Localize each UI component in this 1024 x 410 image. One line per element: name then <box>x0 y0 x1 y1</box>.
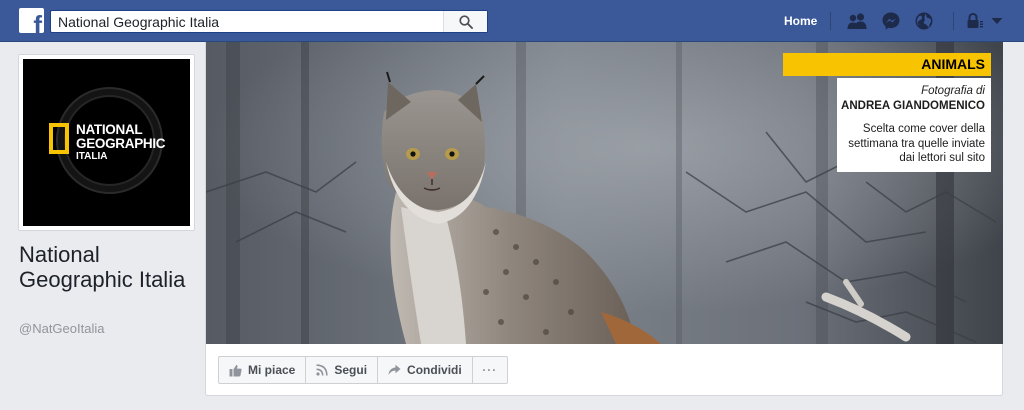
natgeo-yellow-frame-icon <box>49 123 69 154</box>
photo-author: ANDREA GIANDOMENICO <box>841 99 985 112</box>
logo-line-3: ITALIA <box>76 151 108 162</box>
globe-icon <box>915 12 933 30</box>
share-button[interactable]: Condividi <box>377 356 473 384</box>
logo-line-1: NATIONAL <box>76 122 143 137</box>
nav-home-link[interactable]: Home <box>776 13 825 29</box>
share-label: Condividi <box>407 363 462 377</box>
friend-requests-button[interactable] <box>846 11 868 31</box>
follow-button[interactable]: Segui <box>305 356 379 384</box>
more-options-button[interactable]: ··· <box>471 356 508 384</box>
friends-icon <box>847 13 867 29</box>
natgeo-logo-text: NATIONAL GEOGRAPHIC ITALIA <box>76 122 166 163</box>
search-input[interactable] <box>51 11 443 32</box>
privacy-shortcuts-button[interactable] <box>964 11 986 31</box>
account-menu-button[interactable] <box>987 11 1007 31</box>
profile-picture: NATIONAL GEOGRAPHIC ITALIA <box>23 59 190 226</box>
notifications-button[interactable] <box>913 11 935 31</box>
profile-picture-frame[interactable]: NATIONAL GEOGRAPHIC ITALIA <box>18 54 195 231</box>
photo-credit-card: Fotografia di ANDREA GIANDOMENICO Scelta… <box>837 78 991 172</box>
messenger-icon <box>882 12 900 30</box>
top-navigation-bar: f Home <box>0 0 1024 42</box>
more-options-icon: ··· <box>482 363 498 377</box>
chevron-down-icon <box>991 18 1003 24</box>
rss-icon <box>316 364 328 376</box>
like-button[interactable]: Mi piace <box>218 356 307 384</box>
search-icon <box>458 14 473 29</box>
cover-photo[interactable]: ANIMALS Fotografia di ANDREA GIANDOMENIC… <box>206 42 1003 344</box>
search-button[interactable] <box>443 11 487 32</box>
follow-label: Segui <box>334 363 368 377</box>
photo-credit-label: Fotografia di <box>921 85 985 97</box>
logo-line-2: GEOGRAPHIC <box>76 136 166 151</box>
cover-card: ANIMALS Fotografia di ANDREA GIANDOMENIC… <box>205 42 1003 396</box>
like-label: Mi piace <box>248 363 296 377</box>
nav-divider <box>953 12 954 30</box>
facebook-logo-icon[interactable]: f <box>19 8 44 33</box>
page-actions: Mi piace Segui Condividi ··· <box>218 356 508 384</box>
cover-description: Scelta come cover della settimana tra qu… <box>848 123 985 164</box>
share-arrow-icon <box>388 364 401 375</box>
nav-divider <box>830 12 831 30</box>
messages-button[interactable] <box>880 11 902 31</box>
thumbs-up-icon <box>229 364 242 376</box>
page-username[interactable]: @NatGeoItalia <box>19 321 104 337</box>
lock-icon <box>967 13 983 28</box>
search-box <box>50 10 488 33</box>
category-badge: ANIMALS <box>783 53 991 76</box>
page-title[interactable]: National Geographic Italia <box>19 242 199 292</box>
